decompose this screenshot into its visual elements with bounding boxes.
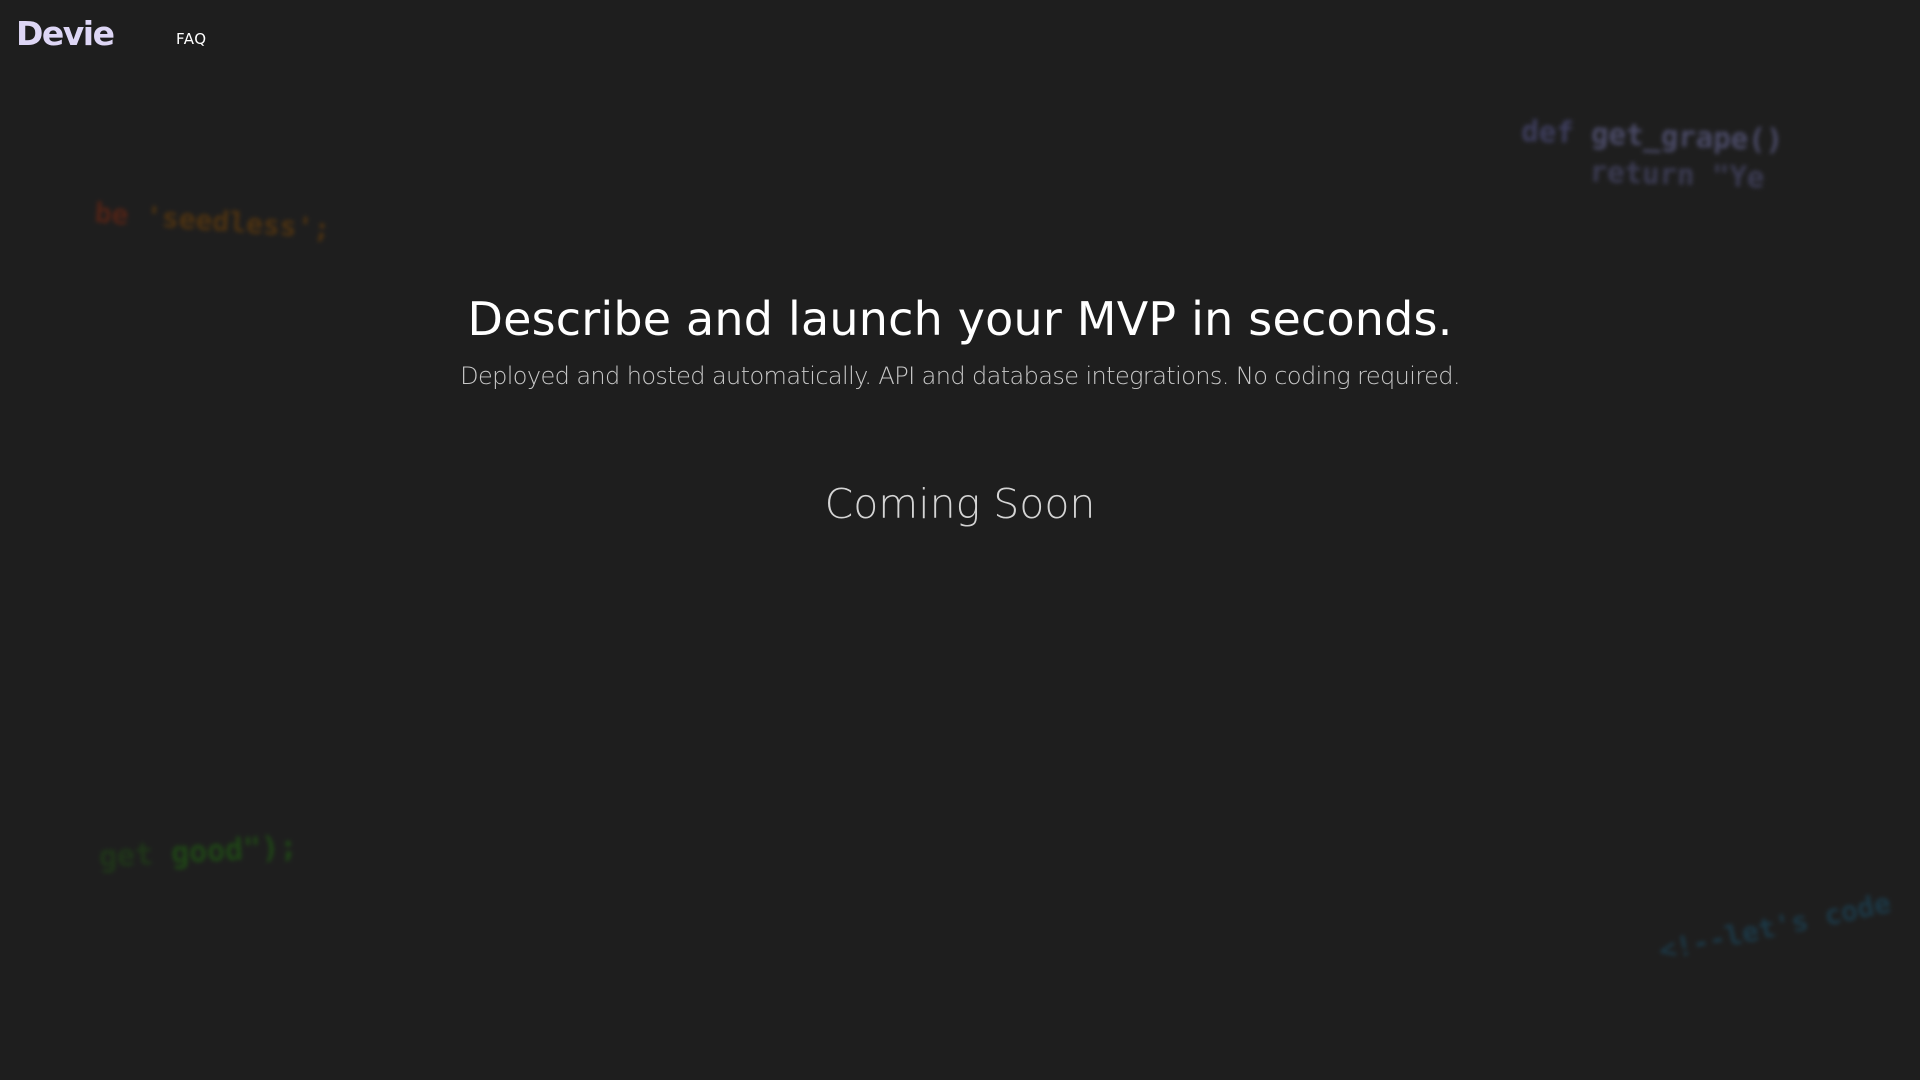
top-nav: Devie FAQ <box>0 0 1920 80</box>
code-keyword: def <box>1520 113 1575 150</box>
code-keyword: get <box>98 837 154 875</box>
brand-logo[interactable]: Devie <box>16 14 115 53</box>
background-code-good: get good"); <box>98 830 298 875</box>
code-keyword: be <box>93 196 130 232</box>
background-code-grape: def get_grape() return "Ye <box>1519 112 1784 197</box>
code-return-line: return "Ye <box>1519 151 1765 195</box>
code-string: 'seedless'; <box>127 198 332 246</box>
code-function: get_grape() <box>1573 115 1784 158</box>
background-code-comment: <!--let's code <box>1656 885 1894 968</box>
coming-soon-text: Coming Soon <box>824 480 1096 528</box>
nav-link-faq[interactable]: FAQ <box>176 30 207 48</box>
code-string: good"); <box>152 829 299 873</box>
hero-subheadline: Deployed and hosted automatically. API a… <box>460 362 1460 390</box>
background-code-seedless: be 'seedless'; <box>94 196 332 245</box>
hero-headline: Describe and launch your MVP in seconds. <box>467 292 1453 346</box>
